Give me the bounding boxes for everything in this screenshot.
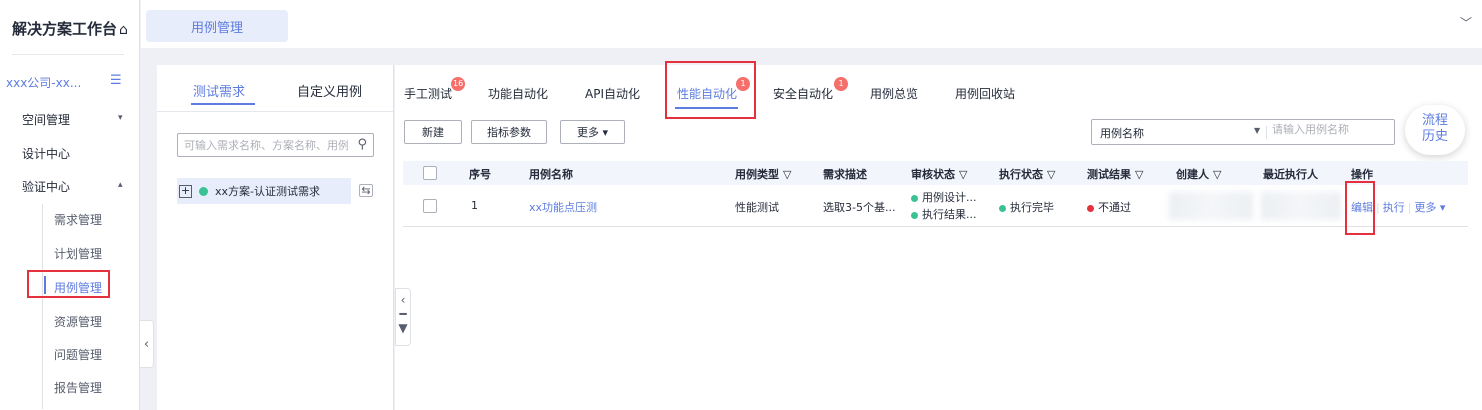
filter-icon[interactable]: ▽: [1213, 168, 1221, 181]
search-field-select: 用例名称 ▼: [1091, 119, 1395, 145]
divider: [157, 111, 393, 112]
filter-icon[interactable]: ▽: [1047, 168, 1055, 181]
status-dot: [199, 186, 208, 196]
highlight-box-sidebar: [27, 270, 110, 298]
tab-recycle-bin[interactable]: 用例回收站: [955, 85, 1015, 102]
filter-icon[interactable]: ▽: [959, 168, 967, 181]
tab-custom-cases[interactable]: 自定义用例: [297, 81, 362, 100]
tab-badge: 1: [834, 77, 848, 91]
requirement-tree-panel: 测试需求 自定义用例 ⚲ + xx方案-认证测试需求 ⇆: [157, 65, 394, 410]
case-name-link[interactable]: xx功能点压测: [529, 199, 597, 215]
creator-redacted: [1169, 192, 1253, 220]
caret-down-icon[interactable]: ▼: [1254, 126, 1260, 135]
test-result: 不通过: [1087, 199, 1131, 215]
case-type: 性能测试: [735, 201, 779, 214]
tab-case-overview[interactable]: 用例总览: [870, 85, 918, 102]
tab-case-management[interactable]: 用例管理: [146, 10, 288, 42]
tab-manual-test[interactable]: 手工测试: [404, 85, 452, 102]
sidebar-item-design[interactable]: 设计中心: [22, 145, 70, 162]
column-last-executor: 最近执行人: [1263, 168, 1318, 181]
column-desc: 需求描述: [823, 168, 867, 181]
tab-underline: [191, 103, 255, 105]
new-button[interactable]: 新建: [404, 120, 462, 144]
error-icon: [1087, 204, 1094, 212]
tree-search-input[interactable]: [178, 134, 348, 156]
review-status-2: 执行结果...: [911, 206, 977, 222]
chevron-left-icon: ‹: [400, 293, 406, 307]
row-index: 1: [471, 199, 478, 212]
column-actions: 操作: [1351, 168, 1373, 181]
more-button[interactable]: 更多 ▾: [560, 120, 625, 144]
tree-collapse-button[interactable]: ‹ ━ ▼: [395, 288, 411, 346]
status-dot: [911, 194, 918, 202]
pin-icon[interactable]: ━ ▼: [396, 307, 410, 335]
status-dot: [911, 211, 918, 219]
sidebar-item-resources[interactable]: 资源管理: [54, 313, 102, 330]
status-dot: [999, 204, 1006, 212]
column-creator: 创建人 ▽: [1176, 168, 1222, 181]
switch-icon[interactable]: ⇆: [359, 184, 373, 197]
row-more-button[interactable]: 更多 ▾: [1414, 201, 1445, 214]
column-result: 测试结果 ▽: [1087, 168, 1144, 181]
case-search-input[interactable]: [1272, 123, 1382, 136]
sidebar-item-reports[interactable]: 报告管理: [54, 379, 102, 396]
company-selector[interactable]: xxx公司-xx...: [6, 74, 81, 91]
expand-icon[interactable]: +: [179, 184, 192, 198]
highlight-box-tab: [665, 61, 756, 119]
sidebar-divider: [12, 54, 124, 55]
chevron-down-icon[interactable]: ▾: [118, 113, 123, 123]
tab-badge: 16: [451, 77, 466, 91]
column-index: 序号: [469, 168, 491, 181]
highlight-box-edit: [1345, 181, 1375, 235]
column-exec: 执行状态 ▽: [999, 168, 1056, 181]
search-field-value[interactable]: 用例名称: [1100, 125, 1144, 141]
metrics-button[interactable]: 指标参数: [471, 120, 547, 144]
chevron-up-icon[interactable]: ▴: [118, 180, 123, 190]
process-history-button[interactable]: 流程 历史: [1405, 105, 1465, 155]
column-review: 审核状态 ▽: [911, 168, 968, 181]
menu-collapse-icon[interactable]: ☰: [110, 73, 122, 88]
tab-test-requirements[interactable]: 测试需求: [193, 81, 245, 100]
tree-node-label: xx方案-认证测试需求: [215, 185, 320, 198]
divider: [1266, 126, 1267, 139]
sidebar-item-plans[interactable]: 计划管理: [54, 245, 102, 262]
sidebar-item-requirements[interactable]: 需求管理: [54, 211, 102, 228]
exec-status: 执行完毕: [999, 199, 1054, 215]
sidebar-item-verify[interactable]: 验证中心: [22, 178, 70, 195]
filter-icon[interactable]: ▽: [1135, 168, 1143, 181]
table-row: 1 xx功能点压测 性能测试 选取3-5个基... 用例设计... 执行结果..…: [403, 185, 1468, 227]
tab-function-automation[interactable]: 功能自动化: [488, 85, 548, 102]
filter-icon[interactable]: ▽: [783, 168, 791, 181]
run-button[interactable]: 执行: [1383, 201, 1405, 214]
tab-api-automation[interactable]: API自动化: [585, 85, 640, 102]
select-all-checkbox[interactable]: [423, 166, 437, 180]
sidebar-collapse-button[interactable]: ‹: [140, 320, 154, 368]
review-status-1: 用例设计...: [911, 189, 977, 205]
sidebar: 解决方案工作台 ⌂ xxx公司-xx... ☰ 空间管理 ▾ 设计中心 验证中心 …: [0, 0, 140, 410]
sidebar-item-space[interactable]: 空间管理: [22, 111, 70, 128]
tree-node[interactable]: + xx方案-认证测试需求: [177, 178, 351, 204]
top-bar: 用例管理 ﹀: [141, 0, 1482, 48]
tab-security-automation[interactable]: 安全自动化: [773, 85, 833, 102]
row-checkbox[interactable]: [423, 199, 437, 213]
workbench-title: 解决方案工作台 ⌂: [12, 20, 128, 38]
table-header: 序号 用例名称 用例类型 ▽ 需求描述 审核状态 ▽ 执行状态 ▽ 测试结果 ▽ 创建人…: [403, 161, 1468, 185]
chevron-down-icon[interactable]: ﹀: [1460, 14, 1472, 31]
column-type: 用例类型 ▽: [735, 168, 792, 181]
case-desc: 选取3-5个基...: [823, 201, 896, 214]
column-name: 用例名称: [529, 168, 573, 181]
sidebar-item-issues[interactable]: 问题管理: [54, 346, 102, 363]
executor-redacted: [1261, 192, 1341, 220]
home-icon[interactable]: ⌂: [119, 22, 128, 38]
tree-search: ⚲: [177, 133, 374, 157]
chevron-left-icon: ‹: [143, 336, 150, 352]
search-icon[interactable]: ⚲: [357, 137, 367, 152]
submenu-line: [42, 204, 43, 409]
case-list-panel: 手工测试 16 功能自动化 API自动化 性能自动化 1 安全自动化 1 用例总…: [395, 61, 1482, 410]
